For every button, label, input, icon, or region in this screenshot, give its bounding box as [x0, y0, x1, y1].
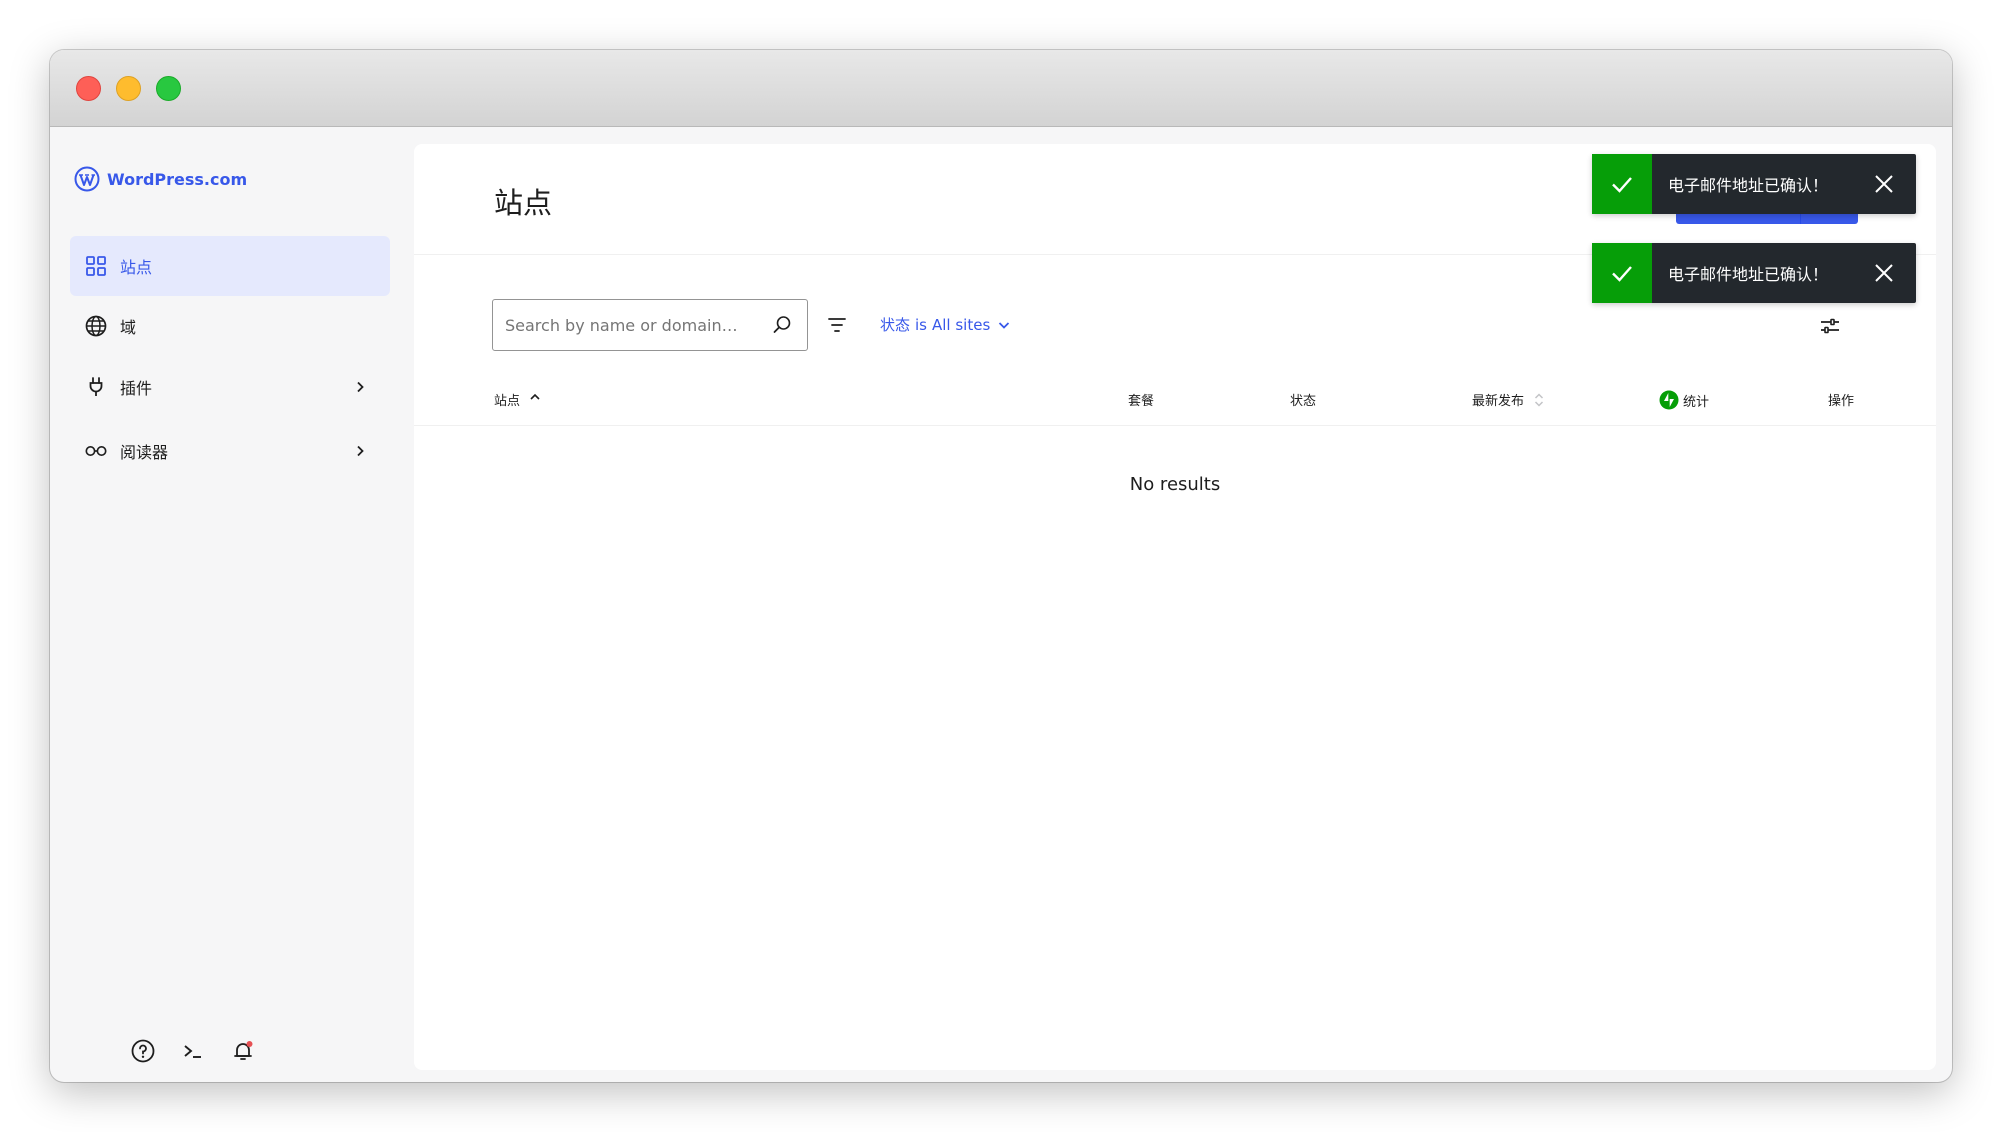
command-palette-button[interactable]: [180, 1038, 206, 1064]
column-header-label: 最新发布: [1472, 394, 1525, 409]
toast-close-button[interactable]: [1870, 259, 1898, 287]
column-header-label: 站点: [494, 394, 521, 409]
column-header-actions: 操作: [1828, 390, 1854, 409]
column-header-label: 状态: [1290, 394, 1317, 409]
status-filter-connector: is: [915, 315, 927, 334]
sort-ascending-icon: [530, 393, 540, 400]
grid-icon: [84, 254, 108, 278]
sidebar-footer: [130, 1038, 256, 1064]
column-header-stats: 统计: [1659, 390, 1709, 410]
glasses-icon: [84, 439, 108, 463]
column-header-status: 状态: [1290, 390, 1316, 409]
terminal-icon: [184, 1045, 201, 1058]
sidebar-item-plugins[interactable]: 插件: [70, 357, 390, 417]
chevron-right-icon: [357, 445, 364, 457]
sidebar-item-label: 域: [120, 318, 137, 337]
notifications-button[interactable]: [230, 1038, 256, 1064]
filter-icon[interactable]: [826, 314, 848, 336]
page-title: 站点: [494, 186, 553, 220]
sidebar-item-label: 站点: [120, 258, 153, 277]
column-header-last-published[interactable]: 最新发布: [1472, 390, 1546, 409]
plug-icon: [84, 375, 108, 399]
status-filter-label: 状态: [880, 316, 911, 334]
column-header-label: 统计: [1683, 394, 1710, 410]
search-input[interactable]: [505, 315, 765, 335]
chevron-down-icon: [999, 321, 1010, 329]
table-header: 站点 套餐 状态 最新发布 统计 操作: [414, 376, 1936, 426]
sidebar-item-label: 插件: [120, 379, 153, 398]
search-icon[interactable]: [771, 314, 793, 336]
column-header-site[interactable]: 站点: [494, 390, 542, 409]
jetpack-icon: [1659, 390, 1679, 410]
close-icon: [1875, 175, 1893, 193]
title-bar: [50, 50, 1952, 127]
toast-message: 电子邮件地址已确认！: [1668, 176, 1829, 195]
maximize-window-button[interactable]: [156, 76, 181, 101]
brand-name: WordPress.com: [107, 169, 248, 189]
bell-icon: [234, 1041, 253, 1060]
success-toast: 电子邮件地址已确认！: [1592, 154, 1916, 214]
sidebar-item-domains[interactable]: 域: [70, 296, 390, 356]
checkmark-icon: [1592, 243, 1652, 303]
success-toast: 电子邮件地址已确认！: [1592, 243, 1916, 303]
empty-state-message: No results: [1129, 474, 1221, 495]
wordpress-logo-icon: [74, 166, 100, 192]
status-filter-value: All sites: [932, 315, 991, 334]
search-box: [492, 299, 808, 351]
close-window-button[interactable]: [76, 76, 101, 101]
chevron-right-icon: [357, 381, 364, 393]
minimize-window-button[interactable]: [116, 76, 141, 101]
view-options-icon[interactable]: [1818, 314, 1842, 338]
checkmark-icon: [1592, 154, 1652, 214]
column-header-label: 操作: [1828, 394, 1855, 409]
column-header-label: 套餐: [1128, 394, 1155, 409]
toast-close-button[interactable]: [1870, 170, 1898, 198]
sidebar-item-reader[interactable]: 阅读器: [70, 421, 390, 481]
brand-logo[interactable]: WordPress.com: [74, 166, 247, 192]
toast-message: 电子邮件地址已确认！: [1668, 265, 1829, 284]
globe-icon: [84, 314, 108, 338]
help-button[interactable]: [130, 1038, 156, 1064]
sort-icon: [1534, 392, 1544, 407]
column-header-plan: 套餐: [1128, 390, 1154, 409]
status-filter-dropdown[interactable]: 状态 is All sites: [880, 314, 1012, 335]
sidebar: WordPress.com 站点 域 插件 阅读器: [50, 127, 414, 1082]
close-icon: [1875, 264, 1893, 282]
sidebar-item-sites[interactable]: 站点: [70, 236, 390, 296]
help-icon: [131, 1039, 155, 1063]
sidebar-item-label: 阅读器: [120, 443, 169, 462]
